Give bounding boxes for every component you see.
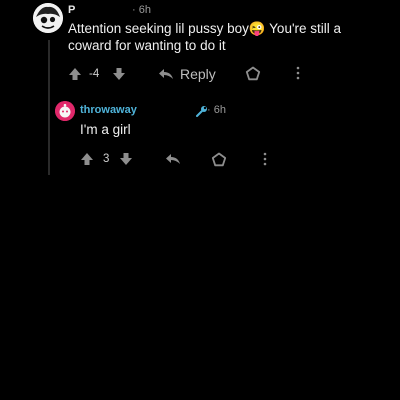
snoo-avatar-icon (33, 3, 63, 33)
reply-award-button[interactable] (211, 152, 227, 168)
comment-timestamp: · 6h (132, 4, 151, 16)
avatar[interactable] (33, 3, 63, 33)
award-button[interactable] (245, 66, 261, 82)
more-icon (263, 152, 267, 166)
comment-vote-count: -4 (89, 68, 100, 80)
reply-icon (159, 69, 173, 79)
award-icon (245, 66, 261, 81)
reply-icon (166, 154, 180, 164)
thread-line (48, 40, 50, 175)
award-icon (211, 152, 227, 167)
reply-label: Reply (180, 66, 216, 82)
more-icon (296, 66, 300, 80)
reply-avatar[interactable] (55, 101, 75, 121)
reply-more-options-button[interactable] (262, 152, 268, 166)
upvote-icon (81, 153, 93, 165)
reply-vote-count: 3 (103, 153, 110, 165)
reply-reply-button[interactable] (165, 152, 181, 166)
upvote-button[interactable] (68, 67, 82, 81)
reply-upvote-button[interactable] (80, 152, 94, 166)
upvote-icon (69, 68, 81, 80)
comment-username[interactable]: P (68, 4, 75, 16)
downvote-button[interactable] (112, 67, 126, 81)
reply-timestamp: · 6h (207, 104, 226, 116)
reply-downvote-button[interactable] (119, 152, 133, 166)
downvote-icon (120, 153, 132, 165)
snoo-avatar-icon (55, 101, 75, 121)
more-options-button[interactable] (295, 66, 301, 80)
reply-button[interactable]: Reply (158, 66, 216, 82)
reply-body: I'm a girl (80, 122, 131, 137)
comment-body: Attention seeking lil pussy boy😜 You're … (68, 21, 342, 53)
reply-username[interactable]: throwaway (80, 104, 137, 116)
downvote-icon (113, 68, 125, 80)
